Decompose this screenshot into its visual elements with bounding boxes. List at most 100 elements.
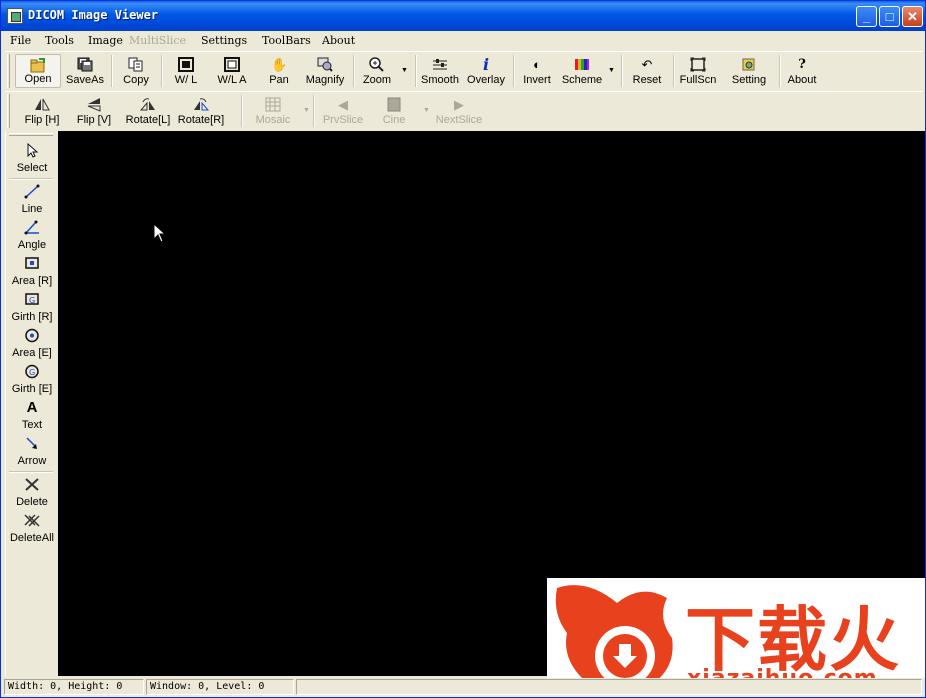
svg-text:G: G	[29, 296, 35, 305]
app-window: DICOM Image Viewer _ □ ✕ File Tools Imag…	[0, 0, 926, 698]
delete-icon	[24, 477, 40, 492]
delete-tool[interactable]: Delete	[8, 475, 56, 509]
menu-bar: File Tools Image MultiSlice Settings Too…	[1, 31, 925, 50]
smooth-icon	[432, 57, 448, 72]
girth-rectangle-tool[interactable]: G Girth [R]	[8, 290, 56, 324]
copy-button[interactable]: Copy	[115, 54, 157, 88]
svg-text:G: G	[29, 368, 35, 377]
scheme-button[interactable]: Scheme	[559, 54, 605, 88]
fullscreen-icon	[690, 57, 706, 72]
line-tool[interactable]: Line	[8, 182, 56, 216]
magnify-icon	[317, 57, 333, 72]
girth-ellipse-tool[interactable]: G Girth [E]	[8, 362, 56, 396]
previous-slice-button: ◀ PrvSlice	[322, 97, 364, 126]
zoom-button[interactable]: Zoom	[357, 54, 397, 88]
tools-palette: Select Line Angle Area [R] G Girth [R] A…	[5, 131, 58, 676]
pan-button[interactable]: ✋ Pan	[259, 54, 299, 88]
window-level-auto-icon	[224, 57, 240, 72]
image-toolbar: Flip [H] Flip [V] Rotate[L] Rotate[R] Mo…	[5, 91, 923, 130]
reset-icon: ↶	[641, 57, 653, 72]
magnify-button[interactable]: Magnify	[301, 54, 349, 88]
copy-icon	[128, 57, 144, 72]
zoom-dropdown-arrow[interactable]: ▼	[401, 67, 408, 74]
tools-separator	[9, 178, 53, 180]
window-title: DICOM Image Viewer	[28, 8, 159, 22]
flip-horizontal-button[interactable]: Flip [H]	[19, 94, 65, 128]
area-rectangle-icon	[24, 256, 40, 271]
window-level-auto-button[interactable]: W/L A	[209, 54, 255, 88]
toolbar-separator	[415, 55, 417, 87]
smooth-button[interactable]: Smooth	[419, 54, 461, 88]
menu-settings[interactable]: Settings	[201, 34, 247, 47]
area-ellipse-icon	[24, 328, 40, 343]
area-rectangle-tool[interactable]: Area [R]	[8, 254, 56, 288]
menu-about[interactable]: About	[322, 34, 355, 47]
saveas-button[interactable]: SaveAs	[62, 54, 108, 88]
next-slice-button: ▶ NextSlice	[435, 97, 483, 126]
next-slice-icon: ▶	[454, 97, 464, 112]
rotate-left-icon	[139, 97, 156, 112]
status-window-level: Window: 0, Level: 0	[146, 679, 294, 695]
menu-toolbars[interactable]: ToolBars	[262, 34, 311, 47]
maximize-button[interactable]: □	[879, 6, 900, 27]
setting-button[interactable]: Setting	[725, 54, 773, 88]
hand-icon: ✋	[271, 57, 288, 72]
overlay-button[interactable]: i Overlay	[463, 54, 509, 88]
toolbar-grip[interactable]	[7, 94, 10, 128]
arrow-cursor-icon	[24, 142, 40, 158]
line-icon	[24, 184, 40, 199]
mosaic-dropdown-arrow: ▼	[303, 107, 310, 114]
about-button[interactable]: ? About	[783, 54, 821, 88]
close-button[interactable]: ✕	[902, 6, 923, 27]
main-toolbar: Open SaveAs Copy W/ L W/L A ✋ Pan Magnif…	[5, 51, 923, 90]
arrow-annotation-icon	[24, 436, 40, 451]
text-tool[interactable]: A Text	[8, 398, 56, 432]
info-icon: i	[482, 55, 490, 74]
reset-button[interactable]: ↶ Reset	[625, 54, 669, 88]
delete-all-icon	[24, 513, 40, 528]
rotate-right-button[interactable]: Rotate[R]	[175, 94, 227, 128]
fullscreen-button[interactable]: FullScn	[677, 54, 719, 88]
window-level-icon	[178, 57, 194, 72]
window-level-button[interactable]: W/ L	[165, 54, 207, 88]
toolbar-separator	[673, 55, 675, 87]
zoom-icon	[369, 57, 385, 72]
rotate-left-button[interactable]: Rotate[L]	[123, 94, 173, 128]
arrow-tool[interactable]: Arrow	[8, 434, 56, 468]
mouse-cursor-icon	[153, 223, 167, 243]
angle-tool[interactable]: Angle	[8, 218, 56, 252]
delete-all-tool[interactable]: DeleteAll	[8, 511, 56, 545]
open-button[interactable]: Open	[15, 54, 61, 88]
area-ellipse-tool[interactable]: Area [E]	[8, 326, 56, 360]
menu-file[interactable]: File	[10, 34, 31, 47]
toolbar-separator	[111, 55, 113, 87]
title-bar[interactable]: DICOM Image Viewer _ □ ✕	[1, 1, 925, 31]
mosaic-button: Mosaic	[249, 94, 297, 128]
toolbar-separator	[621, 55, 623, 87]
menu-multislice: MultiSlice	[129, 34, 187, 47]
invert-button[interactable]: ◐ Invert	[517, 54, 557, 88]
menu-image[interactable]: Image	[88, 34, 123, 47]
toolbar-separator	[313, 95, 315, 127]
toolbar-separator	[241, 95, 243, 127]
cine-dropdown-arrow: ▼	[423, 107, 430, 114]
setting-icon	[741, 57, 757, 72]
toolbar-separator	[779, 55, 781, 87]
toolbar-grip[interactable]	[9, 133, 53, 136]
toolbar-grip[interactable]	[7, 54, 10, 88]
cine-icon	[386, 97, 402, 112]
previous-slice-icon: ◀	[338, 97, 348, 112]
flip-vertical-button[interactable]: Flip [V]	[71, 94, 117, 128]
app-icon	[7, 8, 23, 24]
minimize-button[interactable]: _	[856, 6, 877, 27]
select-tool[interactable]: Select	[8, 141, 56, 175]
cine-button: Cine	[373, 94, 415, 128]
tools-separator	[9, 471, 53, 473]
open-folder-icon	[30, 58, 46, 73]
status-extra	[296, 679, 922, 695]
angle-icon	[24, 220, 40, 235]
scheme-dropdown-arrow[interactable]: ▼	[608, 67, 615, 74]
help-icon: ?	[798, 57, 806, 72]
toolbar-separator	[353, 55, 355, 87]
menu-tools[interactable]: Tools	[45, 34, 74, 47]
